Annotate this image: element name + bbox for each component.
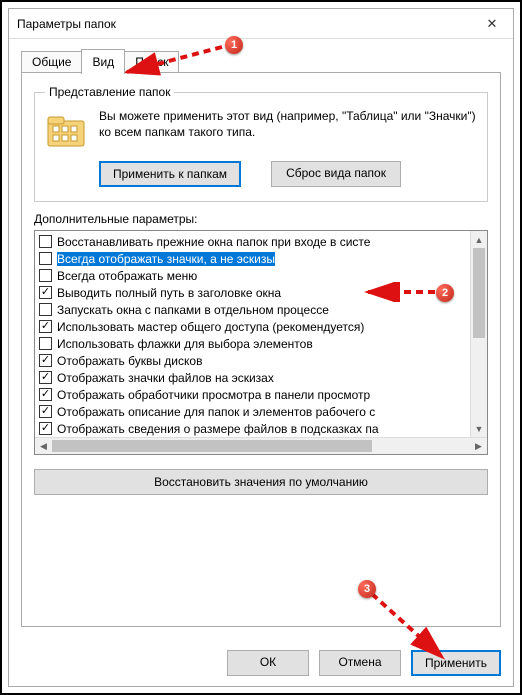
- checkbox[interactable]: [39, 405, 52, 418]
- tab-general[interactable]: Общие: [21, 51, 82, 73]
- tab-view[interactable]: Вид: [81, 49, 125, 74]
- tab-search[interactable]: Поиск: [124, 51, 179, 73]
- scroll-left-icon[interactable]: ◀: [35, 438, 52, 454]
- reset-folders-button[interactable]: Сброс вида папок: [271, 161, 401, 187]
- folder-icon: [45, 109, 87, 151]
- apply-button[interactable]: Применить: [411, 650, 501, 676]
- checkbox[interactable]: [39, 388, 52, 401]
- list-item-label: Отображать обработчики просмотра в панел…: [57, 388, 370, 402]
- scroll-right-icon[interactable]: ▶: [470, 438, 487, 454]
- list-item[interactable]: Восстанавливать прежние окна папок при в…: [35, 233, 470, 250]
- folder-views-group: Представление папок: [34, 85, 488, 202]
- close-icon: ✕: [487, 16, 498, 32]
- scroll-up-icon[interactable]: ▲: [471, 231, 487, 248]
- list-item-label: Отображать сведения о размере файлов в п…: [57, 422, 379, 436]
- checkbox[interactable]: [39, 235, 52, 248]
- horizontal-scrollbar[interactable]: ◀ ▶: [35, 437, 487, 454]
- list-item[interactable]: Всегда отображать значки, а не эскизы: [35, 250, 470, 267]
- checkbox[interactable]: [39, 286, 52, 299]
- list-item-label: Запускать окна с папками в отдельном про…: [57, 303, 329, 317]
- titlebar[interactable]: Параметры папок ✕: [9, 9, 513, 39]
- tab-panel-view: Представление папок: [21, 72, 501, 627]
- close-button[interactable]: ✕: [471, 9, 513, 39]
- list-item-label: Выводить полный путь в заголовке окна: [57, 286, 281, 300]
- checkbox[interactable]: [39, 303, 52, 316]
- apply-to-folders-button[interactable]: Применить к папкам: [99, 161, 241, 187]
- list-item-label: Всегда отображать меню: [57, 269, 197, 283]
- folder-options-dialog: Параметры папок ✕ Общие Вид Поиск Предст…: [8, 8, 514, 687]
- list-item[interactable]: Использовать мастер общего доступа (реко…: [35, 318, 470, 335]
- folder-views-legend: Представление папок: [45, 85, 174, 99]
- window-title: Параметры папок: [17, 17, 471, 31]
- list-item-label: Отображать описание для папок и элементо…: [57, 405, 375, 419]
- list-item[interactable]: Всегда отображать меню: [35, 267, 470, 284]
- advanced-settings-listbox[interactable]: Восстанавливать прежние окна папок при в…: [34, 230, 488, 455]
- checkbox[interactable]: [39, 422, 52, 435]
- list-item-label: Отображать значки файлов на эскизах: [57, 371, 274, 385]
- folder-views-description: Вы можете применить этот вид (например, …: [99, 109, 477, 140]
- checkbox[interactable]: [39, 252, 52, 265]
- list-item-label: Всегда отображать значки, а не эскизы: [57, 252, 275, 266]
- advanced-label: Дополнительные параметры:: [34, 212, 488, 226]
- list-item-label: Восстанавливать прежние окна папок при в…: [57, 235, 370, 249]
- horizontal-scroll-thumb[interactable]: [52, 440, 372, 452]
- list-item[interactable]: Отображать значки файлов на эскизах: [35, 369, 470, 386]
- list-item[interactable]: Выводить полный путь в заголовке окна: [35, 284, 470, 301]
- checkbox[interactable]: [39, 337, 52, 350]
- list-item[interactable]: Отображать сведения о размере файлов в п…: [35, 420, 470, 437]
- list-item[interactable]: Отображать описание для папок и элементо…: [35, 403, 470, 420]
- list-item[interactable]: Отображать буквы дисков: [35, 352, 470, 369]
- scroll-down-icon[interactable]: ▼: [471, 420, 487, 437]
- checkbox[interactable]: [39, 371, 52, 384]
- checkbox[interactable]: [39, 354, 52, 367]
- list-item-label: Использовать мастер общего доступа (реко…: [57, 320, 364, 334]
- cancel-button[interactable]: Отмена: [319, 650, 401, 676]
- checkbox[interactable]: [39, 269, 52, 282]
- list-item-label: Использовать флажки для выбора элементов: [57, 337, 313, 351]
- list-item-label: Отображать буквы дисков: [57, 354, 202, 368]
- list-item[interactable]: Использовать флажки для выбора элементов: [35, 335, 470, 352]
- checkbox[interactable]: [39, 320, 52, 333]
- list-item[interactable]: Отображать обработчики просмотра в панел…: [35, 386, 470, 403]
- vertical-scrollbar[interactable]: ▲ ▼: [470, 231, 487, 437]
- restore-defaults-button[interactable]: Восстановить значения по умолчанию: [34, 469, 488, 495]
- tab-bar: Общие Вид Поиск: [21, 48, 501, 73]
- vertical-scroll-thumb[interactable]: [473, 248, 485, 338]
- list-item[interactable]: Запускать окна с папками в отдельном про…: [35, 301, 470, 318]
- ok-button[interactable]: ОК: [227, 650, 309, 676]
